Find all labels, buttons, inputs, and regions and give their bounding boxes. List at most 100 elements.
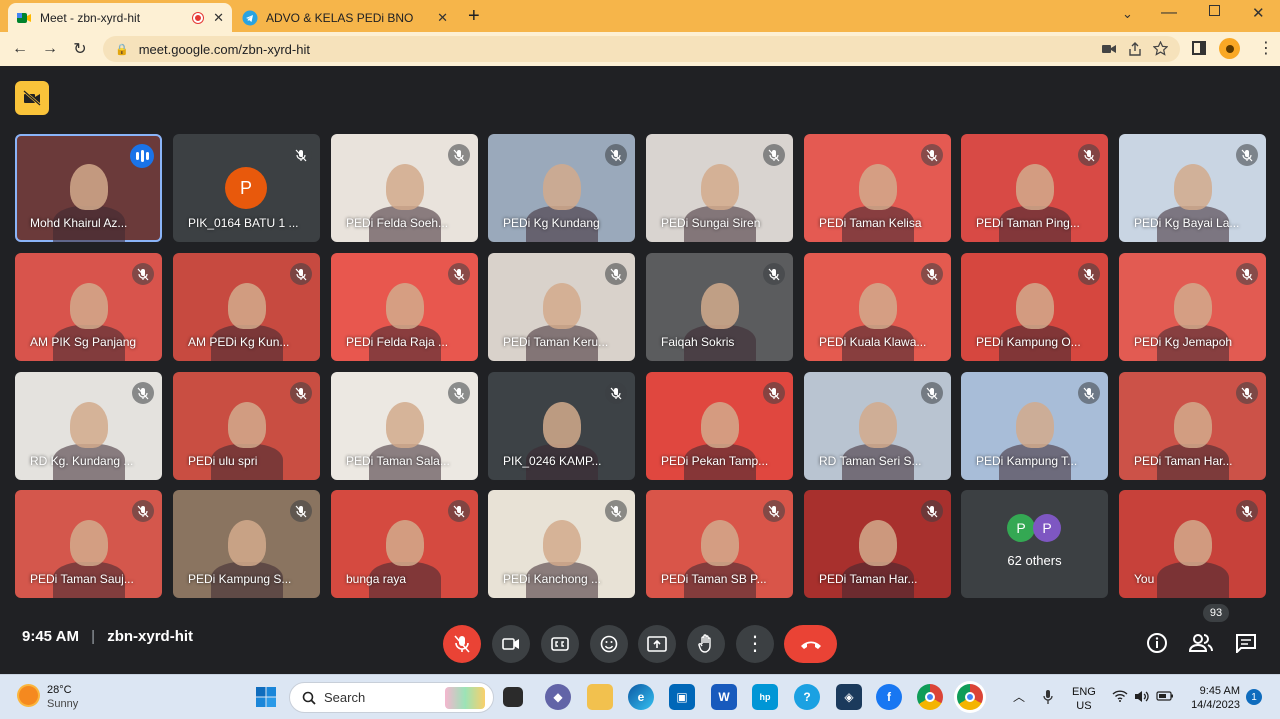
clock-time: 9:45 AM (1199, 685, 1240, 697)
camera-icon[interactable] (1102, 43, 1116, 55)
chat-button[interactable] (1233, 630, 1259, 656)
word-icon[interactable]: W (711, 684, 737, 710)
captions-button[interactable] (541, 625, 579, 663)
others-label: 62 others (1007, 553, 1062, 568)
people-button[interactable] (1188, 630, 1214, 656)
close-window-button[interactable]: ✕ (1252, 4, 1265, 22)
participant-tile[interactable]: PEDi Taman Har... (1119, 372, 1266, 480)
microsoft-store-icon[interactable]: ▣ (669, 684, 695, 710)
participant-tile[interactable]: PEDi Kampung S... (173, 490, 320, 598)
reload-icon[interactable]: ↻ (70, 39, 90, 59)
participant-tile[interactable]: RD Kg. Kundang ... (15, 372, 162, 480)
participant-tile[interactable]: PEDi Taman Kelisa (804, 134, 951, 242)
notification-badge[interactable]: 1 (1246, 689, 1262, 705)
participant-tile[interactable]: PEDi Kuala Klawa... (804, 253, 951, 361)
meeting-details-button[interactable] (1144, 630, 1170, 656)
participant-tile[interactable]: PEDi Felda Raja ... (331, 253, 478, 361)
participant-tile[interactable]: bunga raya (331, 490, 478, 598)
chrome-profile-icon[interactable] (957, 684, 983, 710)
teams-chat-icon[interactable]: ◆ (545, 684, 571, 710)
participant-tile[interactable]: Mohd Khairul Az... (15, 134, 162, 242)
participant-name: Faiqah Sokris (661, 335, 735, 349)
participant-tile[interactable]: PEDi Taman Har... (804, 490, 951, 598)
facebook-icon[interactable]: f (876, 684, 902, 710)
camera-toggle-button[interactable] (492, 625, 530, 663)
profile-avatar[interactable] (1219, 38, 1240, 59)
share-icon[interactable] (1128, 42, 1142, 56)
volume-icon[interactable] (1134, 690, 1150, 703)
file-explorer-icon[interactable] (587, 684, 613, 710)
participant-tile[interactable]: PEDi Taman SB P... (646, 490, 793, 598)
tray-chevron-up-icon[interactable]: ︿ (1013, 688, 1025, 705)
forward-arrow-icon[interactable]: → (40, 39, 60, 59)
recording-icon (193, 12, 204, 23)
leave-call-button[interactable] (784, 625, 837, 663)
weather-widget[interactable]: 28°C Sunny (47, 683, 78, 711)
battery-icon[interactable] (1156, 691, 1174, 701)
start-button[interactable] (253, 684, 279, 710)
reactions-button[interactable] (590, 625, 628, 663)
participant-tile[interactable]: PEDi Taman Ping... (961, 134, 1108, 242)
minimize-button[interactable]: — (1161, 4, 1177, 22)
participant-tile[interactable]: PEDi Kampung O... (961, 253, 1108, 361)
wifi-icon[interactable] (1112, 690, 1128, 702)
participant-tile[interactable]: RD Taman Seri S... (804, 372, 951, 480)
myhp-icon[interactable]: hp (752, 684, 778, 710)
microphone-icon[interactable] (1043, 689, 1053, 705)
url-bar[interactable]: 🔒 meet.google.com/zbn-xyrd-hit (103, 36, 1180, 62)
close-tab-icon[interactable]: ✕ (437, 10, 448, 26)
present-screen-button[interactable] (638, 625, 676, 663)
task-view-icon[interactable] (503, 687, 523, 707)
participant-name: PEDi Felda Soeh... (346, 216, 449, 230)
muted-mic-icon (132, 500, 154, 522)
edge-browser-icon[interactable]: e (628, 684, 654, 710)
bookmark-star-icon[interactable] (1153, 41, 1168, 56)
participant-tile[interactable]: Faiqah Sokris (646, 253, 793, 361)
maximize-button[interactable] (1209, 5, 1220, 16)
more-options-button[interactable]: ⋮ (736, 625, 774, 663)
camera-off-badge[interactable] (15, 81, 49, 115)
participant-tile[interactable]: You (1119, 490, 1266, 598)
participant-video-head (228, 283, 266, 329)
participant-name: PEDi ulu spri (188, 454, 258, 468)
participant-tile[interactable]: PEDi Pekan Tamp... (646, 372, 793, 480)
participant-tile[interactable]: PEDi Kanchong ... (488, 490, 635, 598)
muted-mic-icon (921, 382, 943, 404)
participant-tile[interactable]: AM PIK Sg Panjang (15, 253, 162, 361)
participant-tile[interactable]: PEDi Kampung T... (961, 372, 1108, 480)
more-vert-icon: ⋮ (745, 633, 765, 655)
participant-tile[interactable]: PIK_0246 KAMP... (488, 372, 635, 480)
participant-tile[interactable]: PEDi Kg Jemapoh (1119, 253, 1266, 361)
kebab-menu-icon[interactable]: ⋮ (1258, 38, 1274, 58)
participant-tile[interactable]: PEDi Sungai Siren (646, 134, 793, 242)
participant-name: PEDi Kampung S... (188, 572, 292, 586)
muted-mic-icon (1236, 382, 1258, 404)
vpn-shield-icon[interactable]: ◈ (836, 684, 862, 710)
help-icon[interactable]: ? (794, 684, 820, 710)
participant-tile[interactable]: PEDi Felda Soeh... (331, 134, 478, 242)
chrome-icon[interactable] (917, 684, 943, 710)
tab-advo-kelas[interactable]: ADVO & KELAS PEDi BNO ✕ (234, 3, 456, 32)
participant-tile[interactable]: PEDi ulu spri (173, 372, 320, 480)
new-tab-button[interactable]: + (468, 5, 480, 28)
participant-tile[interactable]: PEDi Taman Sauj... (15, 490, 162, 598)
close-tab-icon[interactable]: ✕ (213, 10, 224, 26)
participant-tile[interactable]: PEDi Taman Sala... (331, 372, 478, 480)
raise-hand-button[interactable] (687, 625, 725, 663)
participant-tile[interactable]: PEDi Taman Keru... (488, 253, 635, 361)
participant-tile[interactable]: AM PEDi Kg Kun... (173, 253, 320, 361)
participant-tile[interactable]: PEDi Kg Kundang (488, 134, 635, 242)
tab-search-chevron-icon[interactable]: ⌄ (1122, 6, 1133, 22)
back-arrow-icon[interactable]: ← (10, 39, 30, 59)
participant-name: PEDi Taman Har... (819, 572, 918, 586)
participant-tile[interactable]: PEDi Kg Bayai La... (1119, 134, 1266, 242)
mic-toggle-button[interactable] (443, 625, 481, 663)
tab-meet[interactable]: Meet - zbn-xyrd-hit ✕ (8, 3, 232, 32)
language-indicator[interactable]: ENG US (1072, 685, 1096, 713)
taskbar-search[interactable]: Search (289, 682, 494, 713)
system-clock[interactable]: 9:45 AM 14/4/2023 (1184, 684, 1240, 712)
sidebar-icon[interactable] (1192, 41, 1206, 55)
participant-video-head (386, 520, 424, 566)
others-tile[interactable]: P P 62 others (961, 490, 1108, 598)
participant-tile[interactable]: P PIK_0164 BATU 1 ... (173, 134, 320, 242)
